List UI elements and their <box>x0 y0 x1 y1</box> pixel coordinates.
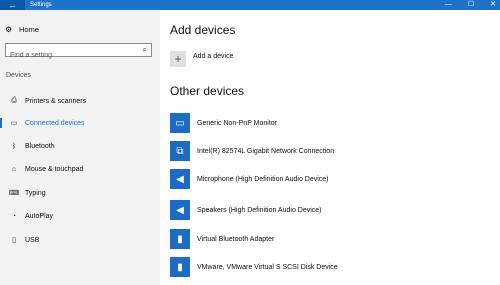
sidebar-item-label: Printers & scanners <box>25 97 87 105</box>
sidebar-item-label: Mouse & touchpad <box>25 165 84 173</box>
sidebar-item-usb[interactable]: ▯ USB <box>0 233 160 247</box>
device-item[interactable]: ◀ Microphone (High Definition Audio Devi… <box>170 169 329 189</box>
speaker-icon: ◀ <box>170 169 190 189</box>
bluetooth-icon: ᛒ <box>11 142 17 150</box>
device-name: Microphone (High Definition Audio Device… <box>197 175 329 183</box>
device-item[interactable]: ◀ Speakers (High Definition Audio Device… <box>170 200 322 220</box>
speaker-icon: ◀ <box>170 200 190 220</box>
add-device-button[interactable]: + <box>170 51 186 67</box>
device-name: Generic Non-PnP Monitor <box>197 119 278 127</box>
sidebar-item-label: USB <box>25 236 40 244</box>
sidebar-item-bluetooth[interactable]: ᛒ Bluetooth <box>0 139 160 153</box>
close-button[interactable]: ✕ <box>490 0 496 10</box>
sidebar-item-printers-scanners[interactable]: ⎙ Printers & scanners <box>0 94 160 108</box>
search-input[interactable] <box>6 49 135 62</box>
keyboard-icon: ⌨ <box>8 190 20 197</box>
back-button[interactable]: ← <box>0 0 25 10</box>
sidebar-item-connected-devices[interactable]: ▭ Connected devices <box>0 116 160 130</box>
device-name: VMware, VMware Virtual S SCSI Disk Devic… <box>197 263 338 271</box>
sidebar-item-mouse-touchpad[interactable]: ⌂ Mouse & touchpad <box>0 162 160 176</box>
connected-devices-icon: ▭ <box>10 120 18 127</box>
other-devices-heading: Other devices <box>170 84 245 98</box>
add-device-label[interactable]: Add a device <box>193 53 233 60</box>
device-item[interactable]: ▮ Virtual Bluetooth Adapter <box>170 229 274 249</box>
title-bar: ← Settings — ☐ ✕ <box>0 0 500 10</box>
add-devices-heading: Add devices <box>170 23 236 37</box>
usb-drive-icon: ▮ <box>170 257 190 277</box>
section-label: Devices <box>6 72 31 79</box>
gear-icon: ⚙ <box>5 24 13 34</box>
mouse-icon: ⌂ <box>11 165 17 173</box>
minimize-button[interactable]: — <box>445 0 452 10</box>
search-icon[interactable]: ⌕ <box>143 45 147 55</box>
sidebar-item-label: AutoPlay <box>25 212 54 220</box>
printer-icon: ⎙ <box>11 97 17 104</box>
sidebar-item-typing[interactable]: ⌨ Typing <box>0 186 160 200</box>
device-item[interactable]: ▭ Generic Non-PnP Monitor <box>170 113 277 133</box>
plus-icon: + <box>174 52 182 66</box>
usb-drive-icon: ▮ <box>170 229 190 249</box>
sidebar-item-label: Bluetooth <box>25 142 55 150</box>
sidebar-item-autoplay[interactable]: ◔ AutoPlay <box>0 209 160 223</box>
sidebar-item-label: Typing <box>25 189 46 197</box>
autoplay-icon: ◔ <box>11 212 17 220</box>
monitor-icon: ▭ <box>170 113 190 133</box>
back-arrow-icon: ← <box>8 0 17 10</box>
usb-icon: ▯ <box>12 237 16 244</box>
device-name: Speakers (High Definition Audio Device) <box>197 206 322 214</box>
device-item[interactable]: ▮ VMware, VMware Virtual S SCSI Disk Dev… <box>170 257 338 277</box>
network-icon: ⧉ <box>170 141 190 161</box>
search-box: ⌕ <box>5 43 152 62</box>
device-name: Virtual Bluetooth Adapter <box>197 235 275 243</box>
maximize-button[interactable]: ☐ <box>468 0 474 10</box>
sidebar: ⚙ Home ⌕ Devices ⎙ Printers & scanners ▭… <box>0 10 160 285</box>
home-label: Home <box>19 24 40 34</box>
device-item[interactable]: ⧉ Intel(R) 82574L Gigabit Network Connec… <box>170 141 334 161</box>
window-title: Settings <box>30 2 52 8</box>
window-controls: — ☐ ✕ <box>445 0 496 10</box>
nav-home[interactable]: ⚙ Home <box>5 22 39 36</box>
sidebar-item-label: Connected devices <box>25 119 85 127</box>
main-content: Add devices + Add a device Other devices… <box>160 10 500 285</box>
device-name: Intel(R) 82574L Gigabit Network Connecti… <box>197 147 335 155</box>
